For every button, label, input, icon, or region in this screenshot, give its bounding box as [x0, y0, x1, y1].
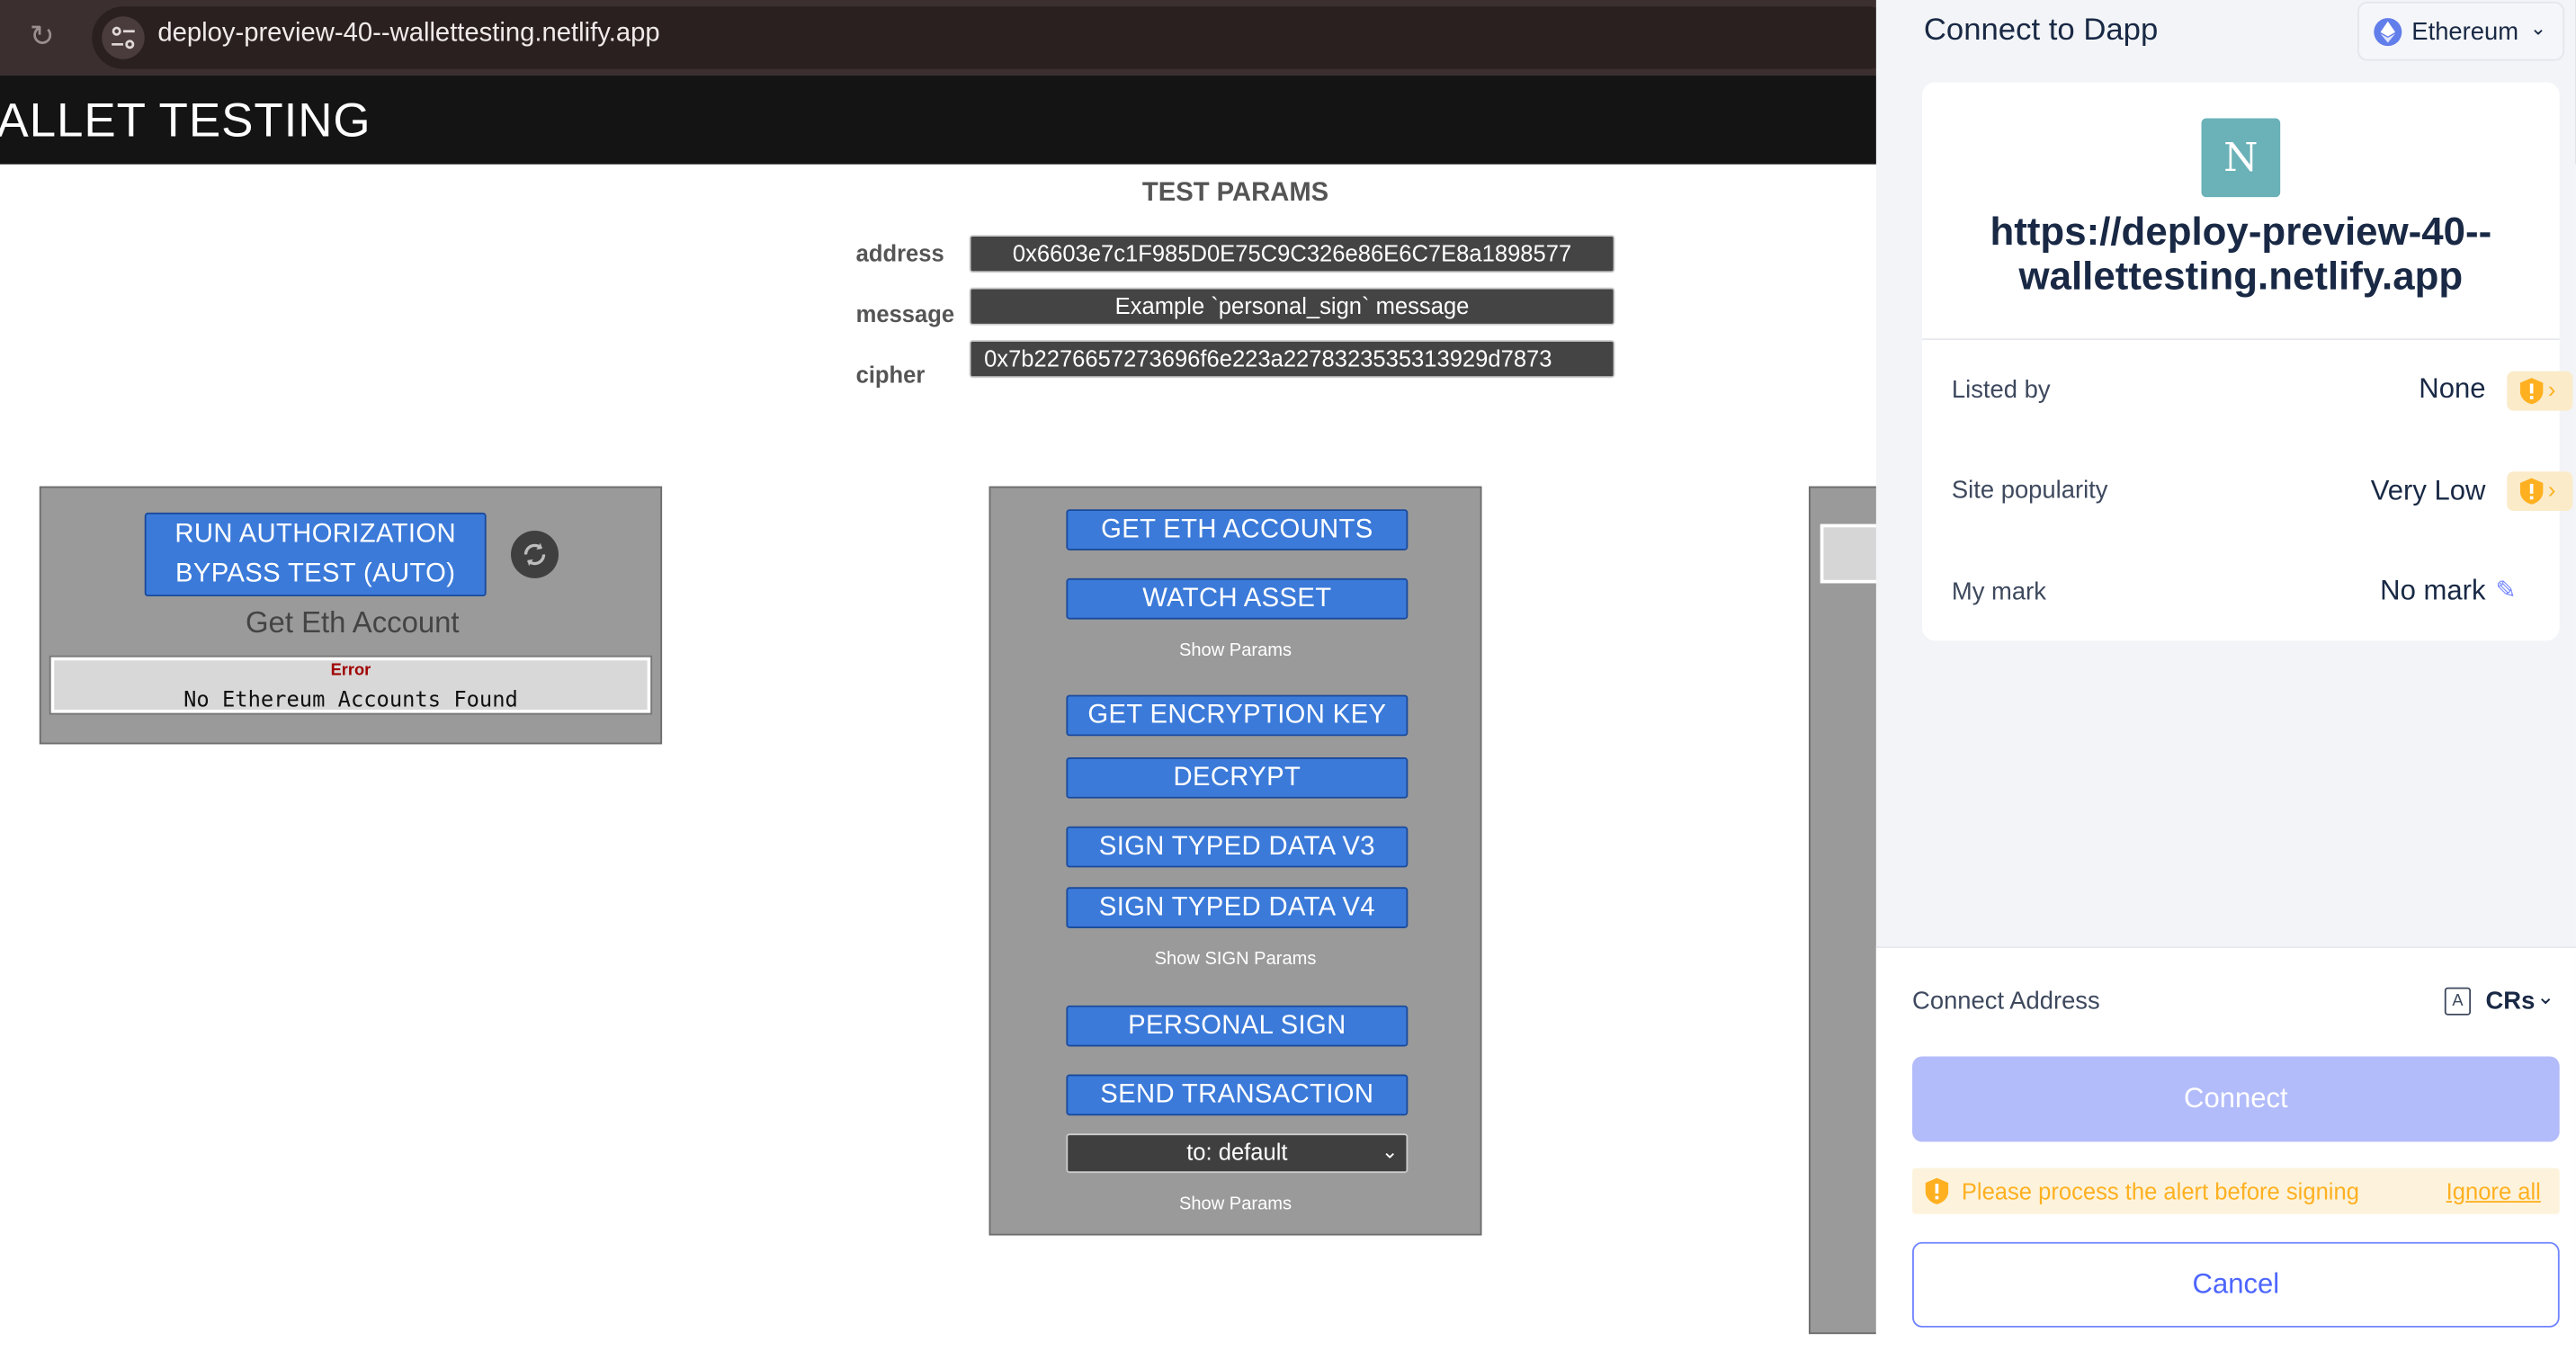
refresh-icon[interactable]: [511, 530, 559, 578]
connect-address-label: Connect Address: [1912, 987, 2100, 1016]
chevron-down-icon: ⌄: [2529, 16, 2547, 40]
error-message: No Ethereum Accounts Found: [183, 688, 518, 713]
get-encryption-key-button[interactable]: GET ENCRYPTION KEY: [1066, 694, 1409, 737]
site-popularity-value: Very Low: [2370, 474, 2486, 506]
sign-typed-data-v3-button[interactable]: SIGN TYPED DATA V3: [1066, 826, 1409, 868]
site-logo: N: [2201, 118, 2281, 198]
decrypt-button[interactable]: DECRYPT: [1066, 757, 1409, 799]
personal-sign-button[interactable]: PERSONAL SIGN: [1066, 1005, 1409, 1047]
divider: [1922, 338, 2560, 341]
alert-text: Please process the alert before signing: [1961, 1177, 2359, 1204]
message-input[interactable]: Example `personal_sign` message: [969, 287, 1615, 326]
site-popularity-label: Site popularity: [1951, 476, 2108, 505]
address-input[interactable]: 0x6603e7c1F985D0E75C9C326e86E6C7E8a18985…: [969, 235, 1615, 273]
chevron-right-icon: ›: [2547, 476, 2556, 503]
listed-by-warning[interactable]: ›: [2507, 371, 2573, 411]
error-label: Error: [330, 662, 371, 681]
listed-by-label: Listed by: [1951, 376, 2051, 405]
chevron-down-icon: ⌄: [1381, 1140, 1399, 1164]
get-eth-account-heading: Get Eth Account: [245, 605, 460, 640]
to-select-value: to: default: [1186, 1138, 1288, 1165]
screen: ↻ deploy-preview-40--wallettesting.netli…: [0, 0, 2576, 1360]
my-mark-value: No mark: [2380, 575, 2486, 606]
cipher-label: cipher: [855, 361, 926, 389]
listed-by-value: None: [2419, 372, 2486, 405]
run-authorization-bypass-test-button[interactable]: RUN AUTHORIZATION BYPASS TEST (AUTO): [144, 512, 487, 597]
account-icon: A: [2444, 987, 2472, 1016]
message-label: message: [855, 300, 955, 327]
eth-account-panel: RUN AUTHORIZATION BYPASS TEST (AUTO) Get…: [39, 486, 663, 745]
cipher-input[interactable]: 0x7b2276657273696f6e223a2278323535313929…: [969, 340, 1615, 379]
test-params-title: TEST PARAMS: [1141, 179, 1329, 208]
methods-panel: GET ETH ACCOUNTS WATCH ASSET Show Params…: [988, 486, 1482, 1236]
app-title: ALLET TESTING: [0, 94, 371, 148]
connect-dapp-panel: Connect to Dapp Ethereum ⌄ N https://dep…: [1875, 0, 2576, 1360]
site-origin: https://deploy-preview-40--wallettesting…: [1990, 210, 2492, 300]
dapp-title: Connect to Dapp: [1923, 13, 2159, 48]
reload-icon[interactable]: ↻: [30, 20, 63, 53]
result-box: Error No Ethereum Accounts Found: [49, 655, 653, 715]
connect-section: Connect Address A CRs ⌄ Connect Please p…: [1875, 946, 2576, 1360]
sign-typed-data-v4-button[interactable]: SIGN TYPED DATA V4: [1066, 887, 1409, 928]
site-settings-icon[interactable]: [102, 16, 145, 59]
url-text[interactable]: deploy-preview-40--wallettesting.netlify…: [157, 20, 659, 49]
show-sign-params-link[interactable]: Show SIGN Params: [990, 950, 1480, 970]
chevron-down-icon[interactable]: ⌄: [2536, 984, 2554, 1010]
watch-asset-button[interactable]: WATCH ASSET: [1066, 577, 1409, 620]
pencil-icon[interactable]: ✎: [2495, 575, 2516, 604]
site-info-card: N https://deploy-preview-40--wallettesti…: [1922, 82, 2573, 641]
alert-bar: Please process the alert before signing …: [1912, 1168, 2560, 1214]
show-params-link-2[interactable]: Show Params: [990, 1194, 1480, 1214]
ethereum-icon: [2374, 18, 2402, 47]
cancel-button[interactable]: Cancel: [1912, 1241, 2560, 1328]
address-label: address: [855, 239, 944, 266]
send-transaction-button[interactable]: SEND TRANSACTION: [1066, 1074, 1409, 1116]
show-params-link[interactable]: Show Params: [990, 640, 1480, 660]
connect-button[interactable]: Connect: [1912, 1056, 2560, 1142]
popularity-warning[interactable]: ›: [2507, 471, 2573, 512]
chain-selector[interactable]: Ethereum ⌄: [2357, 1, 2565, 61]
account-name[interactable]: CRs: [2485, 988, 2535, 1016]
to-address-select[interactable]: to: default ⌄: [1066, 1133, 1409, 1174]
my-mark-label: My mark: [1951, 577, 2046, 606]
get-eth-accounts-button[interactable]: GET ETH ACCOUNTS: [1066, 509, 1409, 550]
chain-name: Ethereum: [2411, 18, 2519, 47]
chevron-right-icon: ›: [2547, 376, 2556, 403]
ignore-all-link[interactable]: Ignore all: [2446, 1178, 2541, 1204]
